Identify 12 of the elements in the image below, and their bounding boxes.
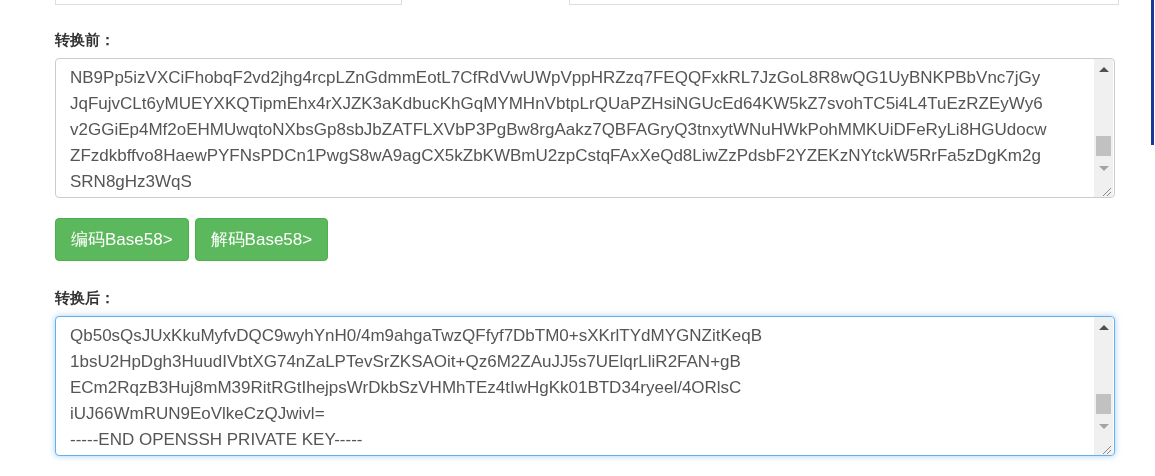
- section-label: 转换后：: [55, 289, 115, 308]
- scroll-up-icon[interactable]: [1098, 325, 1109, 330]
- scroll-down-icon[interactable]: [1098, 166, 1109, 171]
- section-label: 转换前：: [55, 31, 115, 50]
- scrollbar[interactable]: [1094, 317, 1113, 455]
- scrollbar-thumb[interactable]: [1096, 394, 1111, 414]
- scroll-down-icon[interactable]: [1098, 424, 1109, 429]
- scrollbar[interactable]: [1094, 59, 1113, 197]
- scrollbar-thumb[interactable]: [1096, 136, 1111, 156]
- text-area[interactable]: NB9Pp5izVXCiFhobqF2vd2jhg4rcpLZnGdmmEotL7CfRdVwUWpVppHRZzq7FEQQFxkRL7JzGoL8R8wQG1UyBNKPBbVnc7jGy JqFujvCLt6yMUEYXKQTipmEhx4rXJZK3aKdbucKhGqMYMHnVbtpLrQUaPZHsiNGUcEd64KW5kZ7svohTC5i4L4TuEzRZEyWy6 v2GGiEp4Mf2oEHMUwqtoNXbsGp8sbJbZATFLXVbP3PgBw8rgAakz7QBFAGryQ3tnxytWNuHWkPohMMKUiDFeRyLi8HGUdocw ZFzdkbffvo8HaewPYFNsPDCn1PwgS8wA9agCX5kZbKWBmU2zpCstqFAxXeQd8LiwZzPdsbF2YZEKzNYtckW5RrFa5zDgKm2g SRN8gHz3WqS: [55, 58, 1115, 198]
- scroll-up-icon[interactable]: [1098, 67, 1109, 72]
- text-area[interactable]: Qb50sQsJUxKkuMyfvDQC9wyhYnH0/4m9ahgaTwzQFfyf7DbTM0+sXKrlTYdMYGNZitKeqB 1bsU2HpDgh3HuudIVbtXG74nZaLPTevSrZKSAOit+Qz6M2ZAuJJ5s7UElqrLliR2FAN+gB ECm2RqzB3Huj8mM39RitRGtIhejpsWrDkbSzVHMhTEz4tIwHgKk01BTD34ryeel/4ORlsC iUJ66WmRUN9EoVlkeCzQJwivl= -----END OPENSSH PRIVATE KEY-----: [55, 316, 1115, 456]
